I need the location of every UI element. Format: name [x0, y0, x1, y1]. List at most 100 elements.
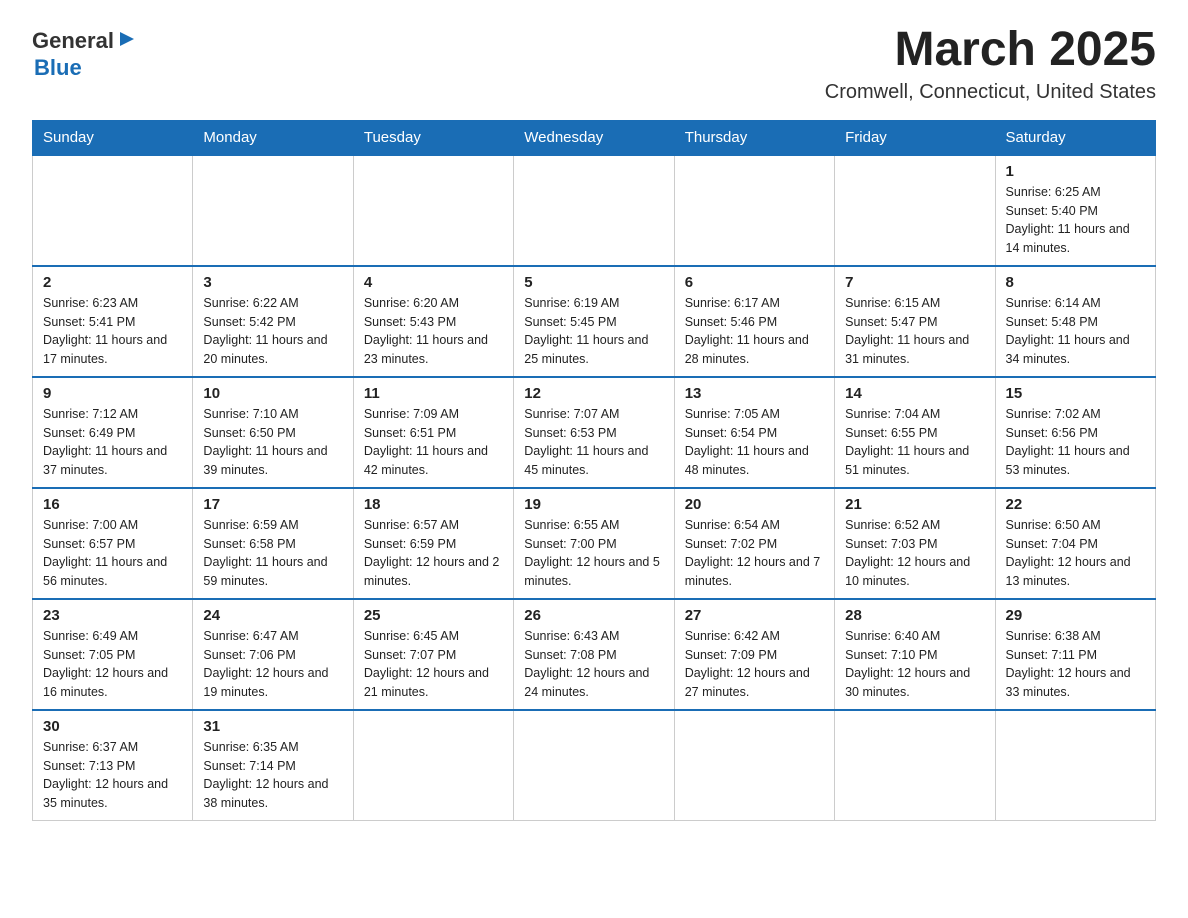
- day-number: 26: [524, 607, 663, 624]
- header-day-monday: Monday: [193, 120, 353, 155]
- day-info: Sunrise: 6:55 AM Sunset: 7:00 PM Dayligh…: [524, 516, 663, 591]
- page-header: General Blue March 2025 Cromwell, Connec…: [32, 24, 1156, 104]
- day-number: 29: [1006, 607, 1145, 624]
- calendar-cell: [674, 710, 834, 821]
- calendar-week-2: 9 Sunrise: 7:12 AM Sunset: 6:49 PM Daylig…: [33, 377, 1156, 488]
- calendar-table: SundayMondayTuesdayWednesdayThursdayFrid…: [32, 120, 1156, 821]
- day-info: Sunrise: 6:50 AM Sunset: 7:04 PM Dayligh…: [1006, 516, 1145, 591]
- calendar-cell: 12Sunrise: 7:07 AM Sunset: 6:53 PM Dayli…: [514, 377, 674, 488]
- calendar-cell: 25Sunrise: 6:45 AM Sunset: 7:07 PM Dayli…: [353, 599, 513, 710]
- calendar-week-0: 1 Sunrise: 6:25 AM Sunset: 5:40 PM Daylig…: [33, 155, 1156, 266]
- page-subtitle: Cromwell, Connecticut, United States: [825, 81, 1156, 104]
- day-info: Sunrise: 7:05 AM Sunset: 6:54 PM Dayligh…: [685, 405, 824, 480]
- day-number: 10: [203, 385, 342, 402]
- day-info: Sunrise: 6:35 AM Sunset: 7:14 PM Dayligh…: [203, 738, 342, 813]
- calendar-cell: [514, 155, 674, 266]
- day-info: Sunrise: 6:19 AM Sunset: 5:45 PM Dayligh…: [524, 294, 663, 369]
- day-number: 2: [43, 274, 182, 291]
- day-info: Sunrise: 7:04 AM Sunset: 6:55 PM Dayligh…: [845, 405, 984, 480]
- calendar-cell: 22 Sunrise: 6:50 AM Sunset: 7:04 PM Dayli…: [995, 488, 1155, 599]
- header-day-friday: Friday: [835, 120, 995, 155]
- calendar-cell: 10 Sunrise: 7:10 AM Sunset: 6:50 PM Dayli…: [193, 377, 353, 488]
- day-number: 24: [203, 607, 342, 624]
- day-number: 27: [685, 607, 824, 624]
- day-number: 21: [845, 496, 984, 513]
- calendar-cell: 30Sunrise: 6:37 AM Sunset: 7:13 PM Dayli…: [33, 710, 193, 821]
- calendar-cell: 3 Sunrise: 6:22 AM Sunset: 5:42 PM Daylig…: [193, 266, 353, 377]
- calendar-week-3: 16 Sunrise: 7:00 AM Sunset: 6:57 PM Dayli…: [33, 488, 1156, 599]
- calendar-cell: [353, 710, 513, 821]
- calendar-cell: 20Sunrise: 6:54 AM Sunset: 7:02 PM Dayli…: [674, 488, 834, 599]
- calendar-week-4: 23 Sunrise: 6:49 AM Sunset: 7:05 PM Dayli…: [33, 599, 1156, 710]
- day-info: Sunrise: 6:49 AM Sunset: 7:05 PM Dayligh…: [43, 627, 182, 702]
- day-number: 6: [685, 274, 824, 291]
- calendar-body: 1 Sunrise: 6:25 AM Sunset: 5:40 PM Daylig…: [33, 155, 1156, 821]
- calendar-cell: [193, 155, 353, 266]
- day-info: Sunrise: 6:47 AM Sunset: 7:06 PM Dayligh…: [203, 627, 342, 702]
- day-info: Sunrise: 7:02 AM Sunset: 6:56 PM Dayligh…: [1006, 405, 1145, 480]
- day-info: Sunrise: 7:00 AM Sunset: 6:57 PM Dayligh…: [43, 516, 182, 591]
- day-info: Sunrise: 6:59 AM Sunset: 6:58 PM Dayligh…: [203, 516, 342, 591]
- day-number: 22: [1006, 496, 1145, 513]
- calendar-cell: 14 Sunrise: 7:04 AM Sunset: 6:55 PM Dayli…: [835, 377, 995, 488]
- day-info: Sunrise: 6:40 AM Sunset: 7:10 PM Dayligh…: [845, 627, 984, 702]
- calendar-cell: 21Sunrise: 6:52 AM Sunset: 7:03 PM Dayli…: [835, 488, 995, 599]
- calendar-cell: 31 Sunrise: 6:35 AM Sunset: 7:14 PM Dayli…: [193, 710, 353, 821]
- day-info: Sunrise: 7:10 AM Sunset: 6:50 PM Dayligh…: [203, 405, 342, 480]
- day-number: 13: [685, 385, 824, 402]
- logo-blue-text: Blue: [34, 55, 82, 81]
- day-number: 18: [364, 496, 503, 513]
- calendar-cell: [835, 155, 995, 266]
- day-number: 14: [845, 385, 984, 402]
- day-number: 5: [524, 274, 663, 291]
- day-number: 1: [1006, 163, 1145, 180]
- calendar-cell: [353, 155, 513, 266]
- day-number: 8: [1006, 274, 1145, 291]
- day-info: Sunrise: 6:42 AM Sunset: 7:09 PM Dayligh…: [685, 627, 824, 702]
- day-number: 23: [43, 607, 182, 624]
- calendar-cell: 2Sunrise: 6:23 AM Sunset: 5:41 PM Daylig…: [33, 266, 193, 377]
- calendar-cell: 9 Sunrise: 7:12 AM Sunset: 6:49 PM Daylig…: [33, 377, 193, 488]
- day-number: 12: [524, 385, 663, 402]
- day-number: 9: [43, 385, 182, 402]
- calendar-cell: 6Sunrise: 6:17 AM Sunset: 5:46 PM Daylig…: [674, 266, 834, 377]
- day-number: 31: [203, 718, 342, 735]
- day-info: Sunrise: 6:22 AM Sunset: 5:42 PM Dayligh…: [203, 294, 342, 369]
- calendar-cell: 15 Sunrise: 7:02 AM Sunset: 6:56 PM Dayli…: [995, 377, 1155, 488]
- day-number: 15: [1006, 385, 1145, 402]
- day-number: 17: [203, 496, 342, 513]
- header-row: SundayMondayTuesdayWednesdayThursdayFrid…: [33, 120, 1156, 155]
- calendar-week-1: 2Sunrise: 6:23 AM Sunset: 5:41 PM Daylig…: [33, 266, 1156, 377]
- day-info: Sunrise: 6:57 AM Sunset: 6:59 PM Dayligh…: [364, 516, 503, 591]
- title-block: March 2025 Cromwell, Connecticut, United…: [825, 24, 1156, 104]
- day-number: 25: [364, 607, 503, 624]
- calendar-cell: [674, 155, 834, 266]
- calendar-cell: 1 Sunrise: 6:25 AM Sunset: 5:40 PM Daylig…: [995, 155, 1155, 266]
- day-info: Sunrise: 6:14 AM Sunset: 5:48 PM Dayligh…: [1006, 294, 1145, 369]
- calendar-cell: 27 Sunrise: 6:42 AM Sunset: 7:09 PM Dayli…: [674, 599, 834, 710]
- day-number: 3: [203, 274, 342, 291]
- calendar-cell: 24 Sunrise: 6:47 AM Sunset: 7:06 PM Dayli…: [193, 599, 353, 710]
- day-number: 11: [364, 385, 503, 402]
- header-day-thursday: Thursday: [674, 120, 834, 155]
- calendar-cell: 26Sunrise: 6:43 AM Sunset: 7:08 PM Dayli…: [514, 599, 674, 710]
- day-info: Sunrise: 6:25 AM Sunset: 5:40 PM Dayligh…: [1006, 183, 1145, 258]
- calendar-cell: 28 Sunrise: 6:40 AM Sunset: 7:10 PM Dayli…: [835, 599, 995, 710]
- day-number: 7: [845, 274, 984, 291]
- header-day-saturday: Saturday: [995, 120, 1155, 155]
- day-info: Sunrise: 6:38 AM Sunset: 7:11 PM Dayligh…: [1006, 627, 1145, 702]
- day-number: 19: [524, 496, 663, 513]
- header-day-wednesday: Wednesday: [514, 120, 674, 155]
- day-info: Sunrise: 6:15 AM Sunset: 5:47 PM Dayligh…: [845, 294, 984, 369]
- day-number: 28: [845, 607, 984, 624]
- day-number: 4: [364, 274, 503, 291]
- calendar-cell: [835, 710, 995, 821]
- day-info: Sunrise: 6:20 AM Sunset: 5:43 PM Dayligh…: [364, 294, 503, 369]
- calendar-cell: 11Sunrise: 7:09 AM Sunset: 6:51 PM Dayli…: [353, 377, 513, 488]
- logo-arrow-icon: [116, 28, 138, 50]
- calendar-cell: [514, 710, 674, 821]
- calendar-header: SundayMondayTuesdayWednesdayThursdayFrid…: [33, 120, 1156, 155]
- day-info: Sunrise: 7:12 AM Sunset: 6:49 PM Dayligh…: [43, 405, 182, 480]
- day-number: 16: [43, 496, 182, 513]
- calendar-cell: 5 Sunrise: 6:19 AM Sunset: 5:45 PM Daylig…: [514, 266, 674, 377]
